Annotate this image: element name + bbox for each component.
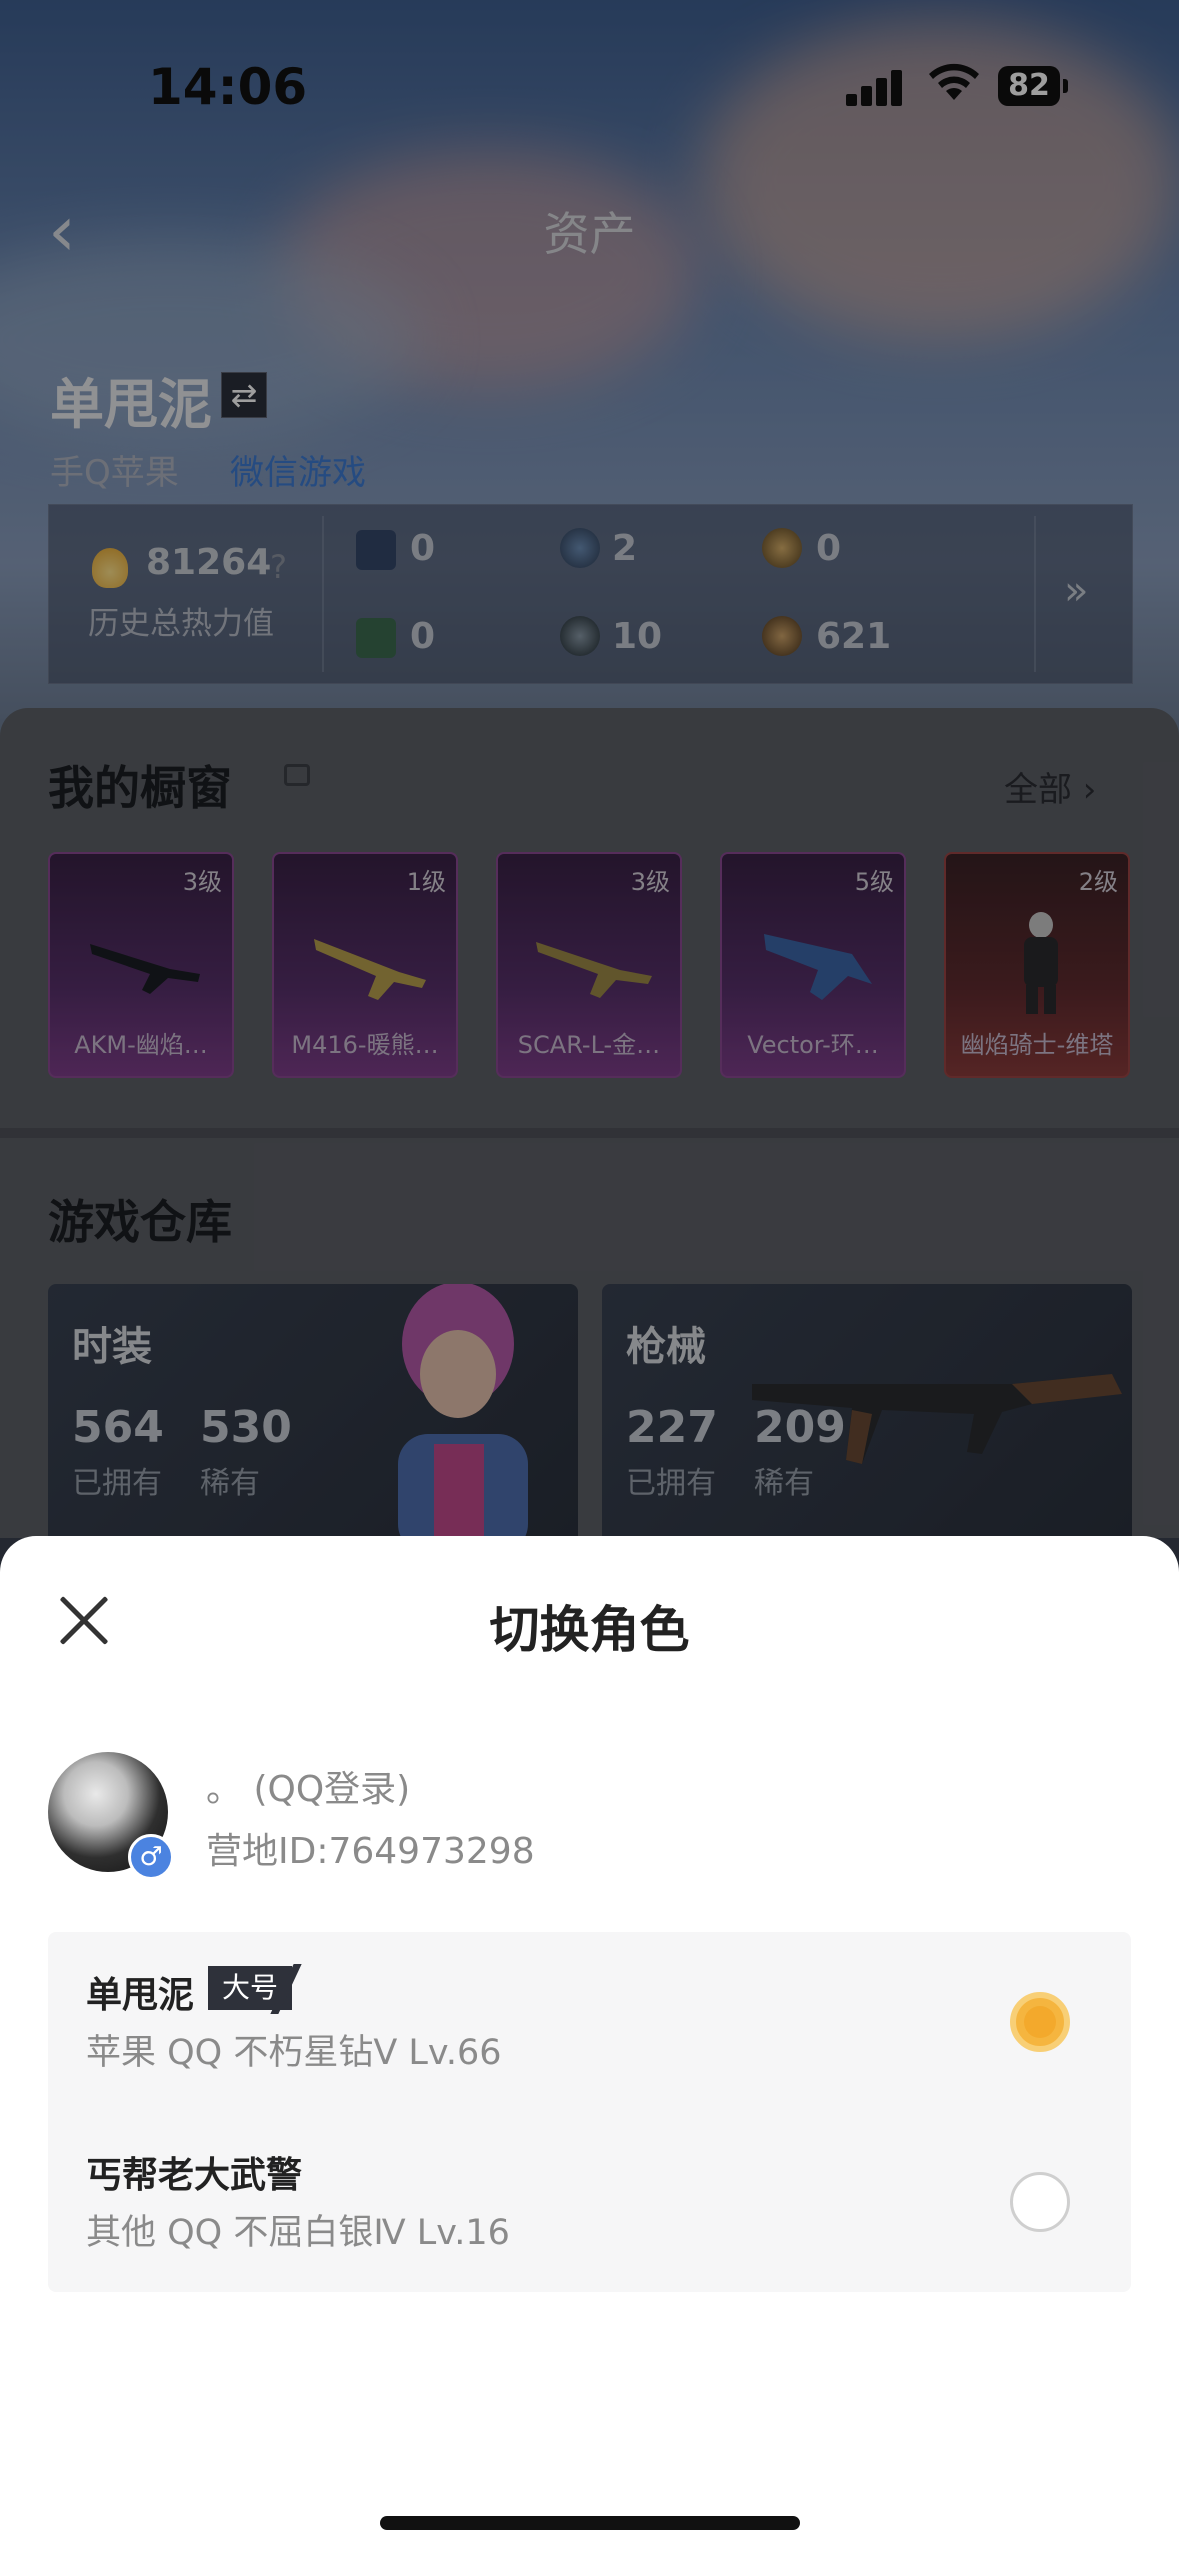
home-indicator	[380, 2516, 800, 2530]
radio-unselected[interactable]	[1010, 2172, 1070, 2232]
account-name: 。 (QQ登录)	[206, 1769, 411, 1810]
role-name: 丐帮老大武警	[86, 2155, 303, 2196]
role-name: 单甩泥	[86, 1975, 195, 2016]
sheet-title: 切换角色	[489, 1601, 690, 1659]
role-subtitle: 其他 QQ 不屈白银Ⅳ Lv.16	[86, 2213, 510, 2253]
male-icon: ♂	[128, 1834, 174, 1880]
radio-selected[interactable]	[1010, 1992, 1070, 2052]
role-subtitle: 苹果 QQ 不朽星钻Ⅴ Lv.66	[86, 2033, 502, 2073]
role-item[interactable]	[48, 1932, 1131, 2112]
role-item[interactable]	[48, 2112, 1131, 2292]
account-id: 营地ID:764973298	[206, 1831, 535, 1872]
